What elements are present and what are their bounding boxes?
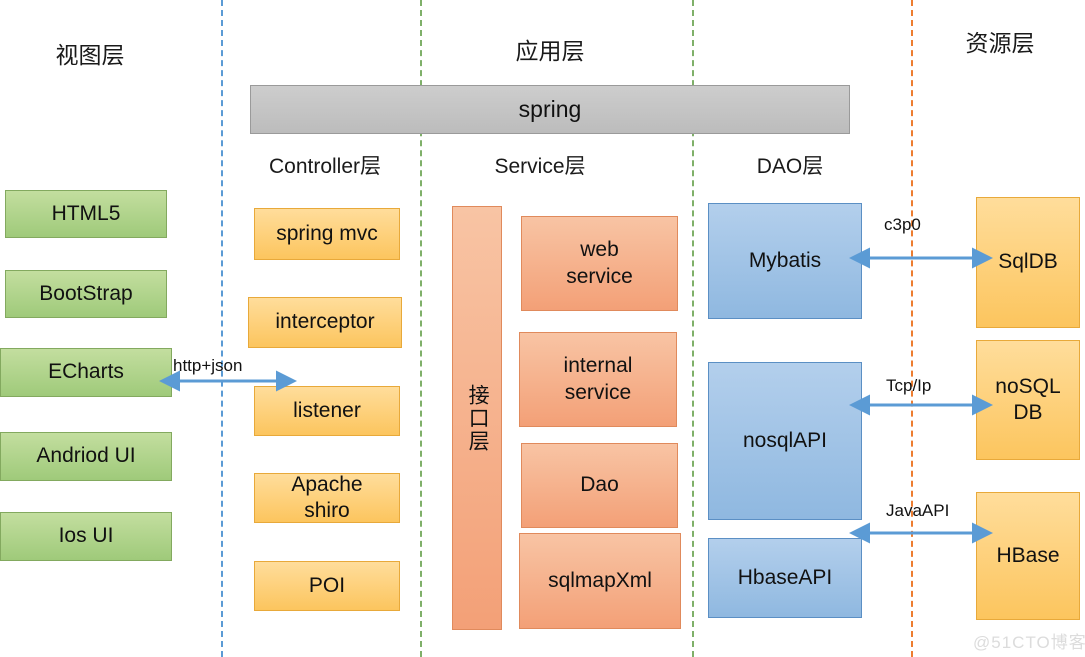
controller-node-apache-shiro: Apache shiro	[254, 473, 400, 523]
controller-node-spring-mvc: spring mvc	[254, 208, 400, 260]
controller-node-interceptor: interceptor	[248, 297, 402, 348]
layer-title-view: 视图层	[55, 42, 125, 68]
spring-bar: spring	[250, 85, 850, 134]
divider-view-app	[221, 0, 223, 657]
connection-label-http-json: http+json	[173, 356, 243, 375]
architecture-diagram: 视图层 应用层 资源层 spring Controller层 Service层 …	[0, 0, 1085, 657]
arrow-nosqlapi-nosqldb	[849, 394, 993, 416]
controller-node-listener: listener	[254, 386, 400, 436]
connection-label-javaapi: JavaAPI	[886, 501, 950, 520]
arrow-mybatis-sqldb	[849, 247, 993, 269]
resource-node-nosqldb: noSQL DB	[976, 340, 1080, 460]
arrow-hbaseapi-hbase	[849, 522, 993, 544]
dao-node-hbaseapi: HbaseAPI	[708, 538, 862, 618]
connection-label-c3p0: c3p0	[884, 215, 921, 234]
layer-title-resource: 资源层	[965, 30, 1035, 56]
layer-title-application: 应用层	[515, 38, 585, 64]
service-node-internal-service: internal service	[519, 332, 677, 427]
view-node-echarts: ECharts	[0, 348, 172, 397]
column-title-controller: Controller层	[268, 155, 382, 178]
view-node-bootstrap: BootStrap	[5, 270, 167, 318]
connection-label-tcp-ip: Tcp/Ip	[886, 376, 932, 395]
resource-node-hbase: HBase	[976, 492, 1080, 620]
service-node-web-service: web service	[521, 216, 678, 311]
view-node-android-ui: Andriod UI	[0, 432, 172, 481]
view-node-ios-ui: Ios UI	[0, 512, 172, 561]
column-title-service: Service层	[494, 155, 586, 178]
service-node-sqlmapxml: sqlmapXml	[519, 533, 681, 629]
column-title-dao: DAO层	[756, 155, 824, 178]
dao-node-mybatis: Mybatis	[708, 203, 862, 319]
service-node-interface-layer: 接口层	[452, 206, 502, 630]
resource-node-sqldb: SqlDB	[976, 197, 1080, 328]
watermark: @51CTO博客	[973, 633, 1085, 652]
view-node-html5: HTML5	[5, 190, 167, 238]
dao-node-nosqlapi: nosqlAPI	[708, 362, 862, 520]
controller-node-poi: POI	[254, 561, 400, 611]
service-node-dao: Dao	[521, 443, 678, 528]
divider-app-resource	[911, 0, 913, 657]
